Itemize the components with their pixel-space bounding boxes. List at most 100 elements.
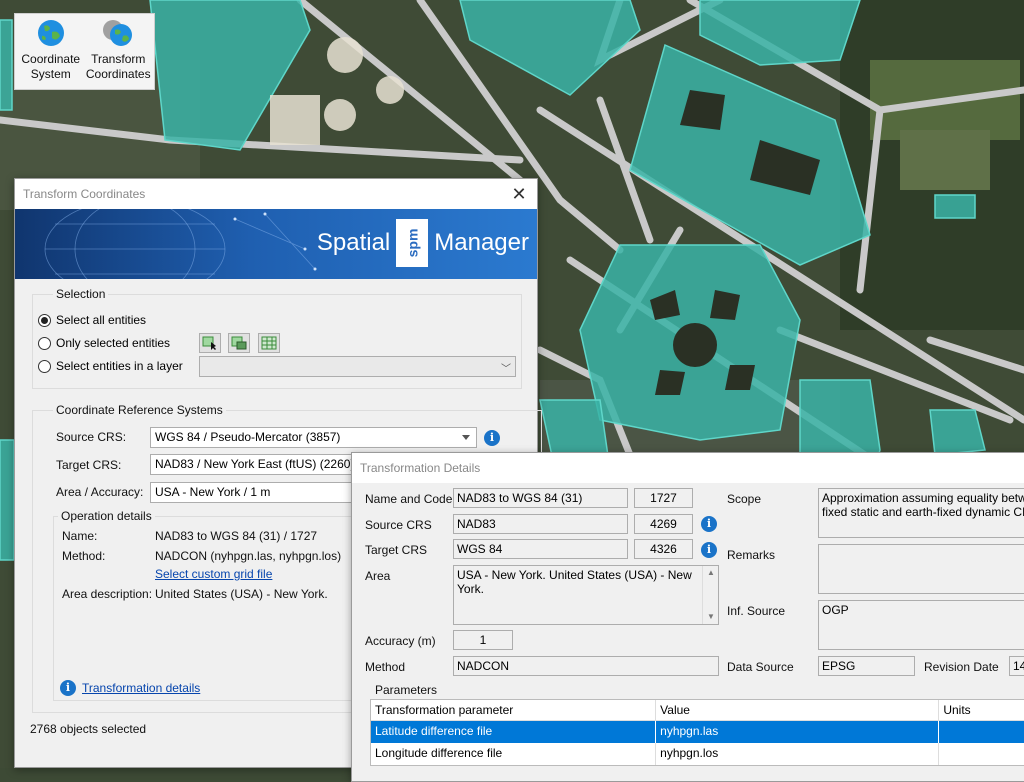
param-cell: Latitude difference file xyxy=(371,721,657,743)
radio-button-checked[interactable] xyxy=(38,313,51,327)
area-field-value: USA - New York. United States (USA) - Ne… xyxy=(457,568,692,596)
op-method-value: NADCON (nyhpgn.las, nyhpgn.los) xyxy=(155,549,342,563)
accuracy-label: Accuracy (m) xyxy=(365,634,436,648)
op-area-desc-value: United States (USA) - New York. xyxy=(155,587,328,601)
target-crs-code-field[interactable]: 4326 xyxy=(634,539,693,559)
column-header-units[interactable]: Units xyxy=(939,700,1024,720)
area-scrollbar[interactable]: ▲ ▼ xyxy=(702,566,718,624)
status-text: 2768 objects selected xyxy=(30,722,147,736)
logo-spm-text: spm xyxy=(404,228,421,258)
add-selection-button[interactable] xyxy=(228,333,250,353)
chevron-down-icon xyxy=(462,435,470,440)
radio-only-selected[interactable]: Only selected entities xyxy=(38,336,170,350)
parameters-table: Transformation parameter Value Units Lat… xyxy=(370,699,1024,766)
source-crs-label: Source CRS: xyxy=(56,430,127,444)
name-code-field[interactable]: 1727 xyxy=(634,488,693,508)
target-crs-value: NAD83 / New York East (ftUS) (2260) xyxy=(155,457,355,471)
radio-button[interactable] xyxy=(38,336,51,350)
info-icon[interactable]: i xyxy=(484,430,500,446)
column-header-parameter[interactable]: Transformation parameter xyxy=(371,700,657,720)
units-cell xyxy=(939,721,1024,743)
logo-text-manager: Manager xyxy=(434,229,529,256)
select-cursor-icon xyxy=(202,336,216,350)
scroll-down-icon[interactable]: ▼ xyxy=(703,610,718,624)
table-row[interactable]: Latitude difference file nyhpgn.las xyxy=(371,721,1024,743)
column-header-value[interactable]: Value xyxy=(656,700,940,720)
dialog-title: Transform Coordinates xyxy=(23,187,146,201)
remarks-field[interactable] xyxy=(818,544,1024,594)
info-icon[interactable]: i xyxy=(701,516,717,532)
coordinate-system-button[interactable]: Coordinate System xyxy=(17,18,85,85)
close-icon[interactable]: ✕ xyxy=(509,184,529,204)
inf-source-field[interactable]: OGP xyxy=(818,600,1024,650)
transform-coordinates-label: Transform Coordinates xyxy=(85,52,151,81)
transformation-details-dialog: Transformation Details Name and Code NAD… xyxy=(351,452,1024,782)
source-crs-dropdown[interactable]: WGS 84 / Pseudo-Mercator (3857) xyxy=(150,427,477,448)
info-icon: i xyxy=(60,680,76,696)
select-custom-grid-link[interactable]: Select custom grid file xyxy=(155,567,272,581)
floating-toolbar: Coordinate System Transform Coordinates xyxy=(14,13,155,90)
network-globe-graphic xyxy=(44,209,317,279)
operation-details-label: Operation details xyxy=(61,509,152,523)
select-all-label: Select all entities xyxy=(56,313,147,327)
value-cell: nyhpgn.las xyxy=(656,721,940,743)
name-code-label: Name and Code xyxy=(365,492,453,506)
logo-text-spatial: Spatial xyxy=(316,229,391,256)
layer-dropdown[interactable]: ﹀ xyxy=(199,356,516,377)
op-name-label: Name: xyxy=(62,529,98,543)
units-cell xyxy=(939,743,1024,765)
param-cell: Longitude difference file xyxy=(371,743,657,765)
globe-icon xyxy=(37,20,64,46)
info-icon[interactable]: i xyxy=(701,542,717,558)
op-method-label: Method: xyxy=(62,549,106,563)
target-crs-field[interactable]: WGS 84 xyxy=(453,539,628,559)
transform-coordinates-button[interactable]: Transform Coordinates xyxy=(85,18,153,85)
target-crs-label: Target CRS xyxy=(365,543,428,557)
scope-label: Scope xyxy=(727,492,762,506)
transformation-details-link[interactable]: Transformation details xyxy=(82,681,200,695)
select-add-icon xyxy=(231,336,247,350)
select-table-button[interactable] xyxy=(258,333,280,353)
radio-select-all[interactable]: Select all entities xyxy=(38,313,146,327)
area-field[interactable]: USA - New York. United States (USA) - Ne… xyxy=(453,565,719,625)
spatial-manager-logo: Spatial spm Manager xyxy=(317,219,529,267)
transform-globe-icon xyxy=(103,20,133,46)
table-header: Transformation parameter Value Units xyxy=(371,700,1024,721)
select-entities-button[interactable] xyxy=(199,333,221,353)
source-crs-field[interactable]: NAD83 xyxy=(453,514,628,534)
data-source-label: Data Source xyxy=(727,660,794,674)
coordinate-system-label: Coordinate System xyxy=(21,52,81,81)
revision-date-field[interactable]: 14 xyxy=(1009,656,1024,676)
details-title: Transformation Details xyxy=(360,461,481,475)
scope-field[interactable]: Approximation assuming equality between … xyxy=(818,488,1024,538)
scroll-up-icon[interactable]: ▲ xyxy=(703,566,718,580)
radio-button[interactable] xyxy=(38,359,51,373)
selection-group-label: Selection xyxy=(56,287,106,301)
logo-spm-box: spm xyxy=(396,219,429,267)
method-field[interactable]: NADCON xyxy=(453,656,719,676)
crs-group-label: Coordinate Reference Systems xyxy=(56,403,223,417)
spatial-manager-banner: Spatial spm Manager xyxy=(15,209,537,279)
source-crs-label: Source CRS xyxy=(365,518,432,532)
target-crs-label: Target CRS: xyxy=(56,458,122,472)
op-name-value: NAD83 to WGS 84 (31) / 1727 xyxy=(155,529,318,543)
accuracy-field[interactable]: 1 xyxy=(453,630,513,650)
radio-in-layer[interactable]: Select entities in a layer xyxy=(38,359,183,373)
area-accuracy-value: USA - New York / 1 m xyxy=(155,485,271,499)
table-row[interactable]: Longitude difference file nyhpgn.los xyxy=(371,743,1024,765)
source-crs-code-field[interactable]: 4269 xyxy=(634,514,693,534)
chevron-down-icon: ﹀ xyxy=(501,364,511,375)
parameters-label: Parameters xyxy=(375,683,438,697)
op-area-desc-label: Area description: xyxy=(62,587,153,601)
area-label: Area xyxy=(365,569,391,583)
revision-date-label: Revision Date xyxy=(924,660,999,674)
source-crs-value: WGS 84 / Pseudo-Mercator (3857) xyxy=(155,430,341,444)
select-table-icon xyxy=(261,336,277,350)
method-label: Method xyxy=(365,660,406,674)
area-accuracy-label: Area / Accuracy: xyxy=(56,485,144,499)
in-layer-label: Select entities in a layer xyxy=(56,359,183,373)
inf-source-label: Inf. Source xyxy=(727,604,786,618)
name-field[interactable]: NAD83 to WGS 84 (31) xyxy=(453,488,628,508)
only-selected-label: Only selected entities xyxy=(56,336,171,350)
data-source-field[interactable]: EPSG xyxy=(818,656,915,676)
